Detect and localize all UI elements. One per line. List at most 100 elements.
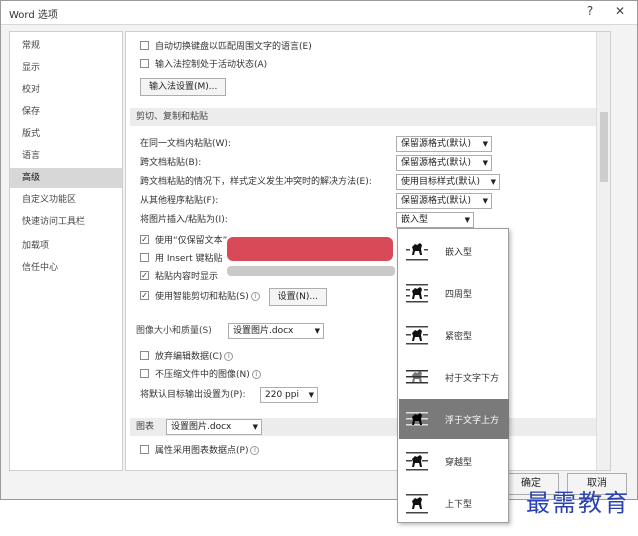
ime-settings-button[interactable]: 输入法设置(M)... (140, 78, 227, 96)
paste-section-header: 剪切、复制和粘贴 (130, 108, 608, 126)
wrap-option-label: 嵌入型 (445, 248, 473, 258)
sidebar-item-addins[interactable]: 加载项 (10, 236, 122, 256)
auto-keyboard-checkbox[interactable] (140, 41, 149, 50)
paste-settings-button[interactable]: 设置(N)... (268, 288, 327, 306)
inline-wrap-icon (406, 243, 428, 261)
chevron-down-icon: ▼ (490, 178, 496, 186)
wrap-option-square[interactable]: 四周型 (399, 273, 509, 313)
chevron-down-icon: ▼ (482, 140, 488, 148)
sidebar-item-language[interactable]: 语言 (10, 146, 122, 166)
discard-edit-data-label: 放弃编辑数据(C) (155, 352, 223, 362)
paste-same-doc-select[interactable]: 保留源格式(默认) ▼ (396, 136, 492, 152)
wrap-option-label: 衬于文字下方 (445, 374, 500, 384)
wrap-option-in-front-of-text[interactable]: 浮于文字上方 (399, 399, 509, 439)
chevron-down-icon: ▼ (482, 159, 488, 167)
insert-key-paste-checkbox[interactable] (140, 253, 149, 262)
wrap-option-top-bottom[interactable]: 上下型 (399, 483, 509, 523)
paste-options-button-option[interactable]: ✓ 粘贴内容时显示 (140, 268, 218, 286)
insert-key-paste-option[interactable]: 用 Insert 键粘贴 (140, 250, 223, 268)
redacted-tooltip (227, 237, 393, 261)
wrap-option-inline[interactable]: 嵌入型 (399, 231, 509, 271)
chart-props-checkbox[interactable] (140, 445, 149, 454)
keep-text-only-option[interactable]: ✓ 使用“仅保留文本” (140, 232, 227, 250)
discard-edit-data-option[interactable]: 放弃编辑数据(C) i (140, 348, 234, 366)
through-wrap-icon (406, 452, 428, 471)
sidebar-item-trust-center[interactable]: 信任中心 (10, 258, 122, 278)
image-doc-value: 设置图片.docx (233, 326, 294, 336)
paste-cross-doc-label: 跨文档粘贴(B): (140, 158, 202, 168)
discard-edit-data-checkbox[interactable] (140, 351, 149, 360)
in-front-of-text-icon (406, 412, 428, 426)
paste-other-program-value: 保留源格式(默认) (401, 196, 472, 206)
default-resolution-select[interactable]: 220 ppi ▼ (260, 387, 318, 403)
ime-control-checkbox[interactable] (140, 59, 149, 68)
title-bar: Word 选项 ? ✕ (1, 1, 637, 25)
tight-wrap-icon (406, 326, 428, 345)
ime-control-option[interactable]: 输入法控制处于活动状态(A) (140, 56, 267, 74)
info-icon: i (250, 446, 260, 455)
chevron-down-icon: ▼ (464, 216, 470, 224)
info-icon: i (224, 352, 234, 361)
sidebar-item-quick-access[interactable]: 快速访问工具栏 (10, 212, 122, 232)
paste-style-conflict-select[interactable]: 使用目标样式(默认) ▼ (396, 174, 500, 190)
image-doc-select[interactable]: 设置图片.docx ▼ (228, 323, 324, 339)
chevron-down-icon: ▼ (482, 197, 488, 205)
help-button[interactable]: ? (577, 1, 603, 21)
close-button[interactable]: ✕ (607, 1, 633, 21)
paste-same-doc-label: 在同一文档内粘贴(W): (140, 139, 231, 149)
sidebar-item-customize-ribbon[interactable]: 自定义功能区 (10, 190, 122, 210)
sidebar-item-advanced[interactable]: 高级 (10, 168, 122, 188)
square-wrap-icon (406, 284, 428, 303)
sidebar-item-save[interactable]: 保存 (10, 102, 122, 122)
chart-props-option[interactable]: 属性采用图表数据点(P) i (140, 442, 260, 460)
paste-other-program-label: 从其他程序粘贴(F): (140, 196, 219, 206)
sidebar-item-layout[interactable]: 版式 (10, 124, 122, 144)
insert-picture-as-select[interactable]: 嵌入型 ▼ (396, 212, 474, 228)
top-bottom-wrap-icon (406, 494, 428, 514)
ime-settings-row: 输入法设置(M)... (140, 78, 227, 96)
text-wrap-dropdown-menu: 嵌入型 四周型 紧密型 衬于文字下方 浮于文字上方 穿越型 上下型 (397, 228, 509, 523)
window-title: Word 选项 (9, 10, 58, 21)
paste-other-program-select[interactable]: 保留源格式(默认) ▼ (396, 193, 492, 209)
sidebar: 常规 显示 校对 保存 版式 语言 高级 自定义功能区 快速访问工具栏 加载项 … (9, 31, 123, 471)
scrollbar-thumb[interactable] (600, 112, 608, 182)
sidebar-item-general[interactable]: 常规 (10, 36, 122, 56)
chart-props-label: 属性采用图表数据点(P) (155, 446, 249, 456)
no-compress-option[interactable]: 不压缩文件中的图像(N) i (140, 366, 261, 384)
no-compress-checkbox[interactable] (140, 369, 149, 378)
paste-options-button-checkbox[interactable]: ✓ (140, 271, 149, 280)
sidebar-item-proofing[interactable]: 校对 (10, 80, 122, 100)
smart-cut-paste-option[interactable]: ✓ 使用智能剪切和粘贴(S) i 设置(N)... (140, 288, 327, 306)
paste-cross-doc-select[interactable]: 保留源格式(默认) ▼ (396, 155, 492, 171)
chevron-down-icon: ▼ (308, 391, 314, 399)
wrap-option-label: 四周型 (445, 290, 473, 300)
paste-style-conflict-label: 跨文档粘贴的情况下，样式定义发生冲突时的解决方法(E): (140, 177, 372, 187)
chart-doc-select[interactable]: 设置图片.docx ▼ (166, 419, 262, 435)
redacted-text (227, 266, 395, 276)
default-resolution-value: 220 ppi (265, 390, 299, 400)
image-quality-header: 图像大小和质量(S) (136, 326, 212, 336)
keep-text-only-checkbox[interactable]: ✓ (140, 235, 149, 244)
ime-control-label: 输入法控制处于活动状态(A) (155, 60, 268, 70)
wrap-option-through[interactable]: 穿越型 (399, 441, 509, 481)
image-quality-section: 图像大小和质量(S) (130, 322, 608, 340)
wrap-option-tight[interactable]: 紧密型 (399, 315, 509, 355)
no-compress-label: 不压缩文件中的图像(N) (155, 370, 250, 380)
default-resolution-label: 将默认目标输出设置为(P): (140, 390, 246, 400)
content-scrollbar[interactable] (596, 32, 610, 470)
wrap-option-label: 穿越型 (445, 458, 473, 468)
sidebar-item-display[interactable]: 显示 (10, 58, 122, 78)
auto-keyboard-option[interactable]: 自动切换键盘以匹配周围文字的语言(E) (140, 38, 312, 56)
wrap-option-label: 浮于文字上方 (445, 416, 500, 426)
insert-picture-as-label: 将图片插入/粘贴为(I): (140, 215, 228, 225)
wrap-option-behind-text[interactable]: 衬于文字下方 (399, 357, 509, 397)
wrap-option-label: 上下型 (445, 500, 473, 510)
insert-key-paste-label: 用 Insert 键粘贴 (155, 254, 223, 264)
insert-picture-as-value: 嵌入型 (401, 215, 429, 225)
auto-keyboard-label: 自动切换键盘以匹配周围文字的语言(E) (155, 42, 312, 52)
paste-cross-doc-value: 保留源格式(默认) (401, 158, 472, 168)
chevron-down-icon: ▼ (252, 423, 258, 431)
smart-cut-paste-checkbox[interactable]: ✓ (140, 291, 149, 300)
chart-section-header: 图表 (136, 422, 155, 432)
watermark: 最需教育 (526, 489, 630, 517)
